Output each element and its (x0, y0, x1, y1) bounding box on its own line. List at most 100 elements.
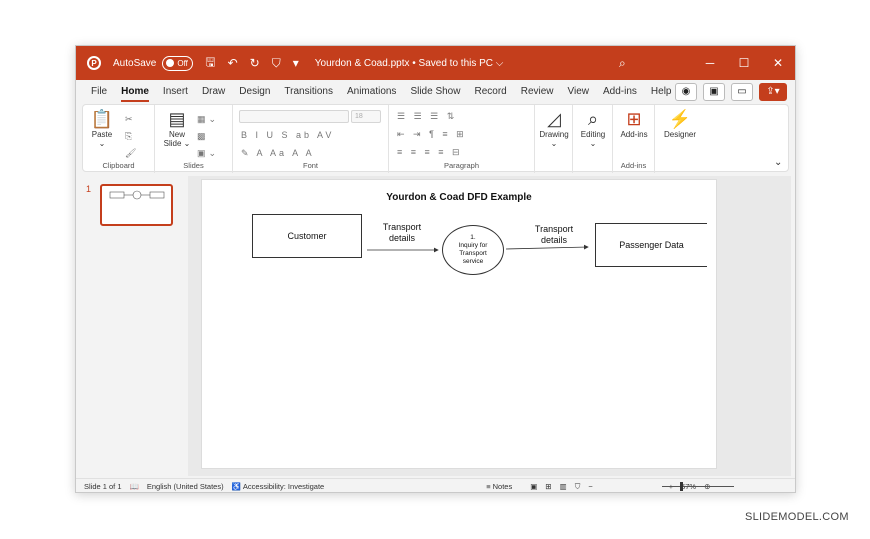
slide-thumbnail[interactable] (100, 184, 173, 226)
slides-small-icons[interactable]: ▦⌄ ▩ ▣⌄ (197, 111, 219, 162)
slideshow-view-icon[interactable]: ⛉ (575, 482, 581, 492)
slide-canvas[interactable]: Yourdon & Coad DFD Example Customer Tran… (201, 179, 717, 469)
addins-group-label: Add-ins (620, 161, 647, 170)
new-slide-button[interactable]: ▤ New Slide ⌄ (161, 109, 193, 148)
slide-title[interactable]: Yourdon & Coad DFD Example (202, 192, 716, 203)
flow-label-1-line1: Transport (382, 222, 422, 232)
process-line3: service (462, 258, 484, 265)
language-status[interactable]: English (United States) (147, 482, 224, 491)
designer-group: ⚡ Designer (655, 105, 705, 173)
clipboard-small-icons[interactable]: ✂ ⎘ 🖌 (125, 111, 139, 162)
tab-record[interactable]: Record (467, 80, 513, 104)
indent-icons[interactable]: ⇤ ⇥ ¶ ≡ ⊞ (397, 129, 467, 140)
ribbon-collapse-icon[interactable]: ⌄ (774, 157, 782, 168)
record-icon[interactable]: ◉ (675, 83, 697, 101)
powerpoint-window: P AutoSave Off 🖫 ↶ ↻ ⛉ ▾ Yourdon & Coad.… (75, 45, 796, 493)
toggle-knob (166, 59, 175, 67)
document-title[interactable]: Yourdon & Coad.pptx • Saved to this PC ⌵ (315, 58, 504, 69)
editing-button[interactable]: ⌕ Editing ⌄ (576, 109, 610, 148)
tab-transitions[interactable]: Transitions (277, 80, 340, 104)
watermark: SLIDEMODEL.COM (745, 511, 849, 523)
close-icon[interactable]: ✕ (761, 56, 795, 70)
search-icon[interactable]: ⌕ (619, 56, 626, 71)
thumbnail-preview (109, 190, 165, 200)
tab-add-ins[interactable]: Add-ins (596, 80, 644, 104)
font-style-icons[interactable]: B I U S ab AV (241, 130, 334, 140)
slide-thumbnail-panel: 1 (76, 176, 188, 476)
drawing-group: ◿ Drawing ⌄ (535, 105, 573, 173)
slides-group: ▤ New Slide ⌄ ▦⌄ ▩ ▣⌄ Slides (155, 105, 233, 173)
paragraph-group: ☰ ☰ ☰ ⇅ ⇤ ⇥ ¶ ≡ ⊞ ≡ ≡ ≡ ≡ ⊟ Paragraph (389, 105, 535, 173)
share-icon[interactable]: ⇪▾ (759, 83, 787, 101)
addins-label: Add-ins (620, 130, 648, 139)
process-number: 1. (470, 234, 476, 241)
comments-icon[interactable]: ▭ (731, 83, 753, 101)
slide-counter[interactable]: Slide 1 of 1 (84, 482, 122, 491)
passenger-data-store[interactable]: Passenger Data (595, 223, 707, 267)
tab-file[interactable]: File (84, 80, 114, 104)
addins-button[interactable]: ⊞ Add-ins (617, 109, 651, 139)
drawing-label: Drawing (539, 130, 569, 139)
zoom-slider-thumb[interactable] (680, 482, 683, 491)
font-group-label: Font (302, 161, 318, 170)
autosave-state: Off (177, 58, 188, 68)
normal-view-icon[interactable]: ▣ (530, 482, 537, 491)
align-icons[interactable]: ≡ ≡ ≡ ≡ ⊟ (397, 147, 463, 158)
present-icon[interactable]: ⛉ (272, 56, 281, 71)
autosave-toggle[interactable]: Off (162, 55, 194, 71)
title-bar: P AutoSave Off 🖫 ↶ ↻ ⛉ ▾ Yourdon & Coad.… (76, 46, 795, 80)
undo-icon[interactable]: ↶ (228, 56, 238, 70)
font-size-box[interactable]: 18 (351, 110, 381, 123)
flow-label-2[interactable]: Transport details (524, 224, 584, 246)
tab-view[interactable]: View (561, 80, 597, 104)
save-icon[interactable]: 🖫 (205, 53, 215, 74)
tab-draw[interactable]: Draw (195, 80, 232, 104)
designer-button[interactable]: ⚡ Designer (661, 109, 699, 139)
maximize-icon[interactable]: ☐ (727, 56, 761, 70)
paste-label: Paste (91, 130, 113, 139)
list-icons[interactable]: ☰ ☰ ☰ ⇅ (397, 111, 457, 122)
ribbon: 📋 Paste ⌄ ✂ ⎘ 🖌 Clipboard ▤ New Slide ⌄ ▦⌄ ▩… (82, 104, 789, 173)
clipboard-group-label: Clipboard (102, 161, 135, 170)
new-slide-icon: ▤ (168, 109, 186, 129)
process-line1: Inquiry for (458, 242, 488, 249)
customize-toolbar-icon[interactable]: ▾ (293, 56, 299, 70)
spelling-icon[interactable]: 📖 (130, 482, 139, 491)
tab-insert[interactable]: Insert (156, 80, 195, 104)
font-name-box[interactable] (239, 110, 349, 123)
process-circle[interactable]: 1. Inquiry for Transport service (442, 225, 504, 275)
designer-label: Designer (663, 130, 696, 139)
flow-label-1[interactable]: Transport details (372, 222, 432, 244)
minimize-icon[interactable]: ─ (693, 56, 727, 70)
present-teams-icon[interactable]: ▣ (703, 83, 725, 101)
font-color-icons[interactable]: ✎ A Aa A A (241, 148, 315, 159)
accessibility-icon[interactable]: ♿ (232, 482, 241, 491)
clipboard-group: 📋 Paste ⌄ ✂ ⎘ 🖌 Clipboard (83, 105, 155, 173)
editing-group: ⌕ Editing ⌄ (573, 105, 613, 173)
slide-sorter-icon[interactable]: ⊞ (545, 482, 551, 491)
addins-icon: ⊞ (626, 109, 642, 129)
drawing-button[interactable]: ◿ Drawing ⌄ (537, 109, 571, 148)
new-slide-label: New Slide (163, 130, 185, 148)
redo-icon[interactable]: ↻ (250, 56, 260, 70)
tab-animations[interactable]: Animations (340, 80, 403, 104)
tab-slide-show[interactable]: Slide Show (403, 80, 467, 104)
customer-entity[interactable]: Customer (252, 214, 362, 258)
tab-design[interactable]: Design (232, 80, 277, 104)
notes-icon[interactable]: ≡ (486, 482, 490, 491)
reading-view-icon[interactable]: ▥ (560, 482, 567, 491)
accessibility-status[interactable]: Accessibility: Investigate (243, 482, 324, 491)
font-group: 18 B I U S ab AV ✎ A Aa A A Font (233, 105, 389, 173)
editing-label: Editing (580, 130, 606, 139)
tab-home[interactable]: Home (114, 80, 156, 104)
flow-arrow-2 (505, 244, 589, 250)
notes-button[interactable]: Notes (493, 482, 513, 491)
zoom-slider-track[interactable] (662, 486, 734, 487)
tab-help[interactable]: Help (644, 80, 679, 104)
zoom-out-icon[interactable]: − (588, 482, 592, 491)
paste-button[interactable]: 📋 Paste ⌄ (89, 109, 115, 148)
clipboard-icon: 📋 (90, 109, 114, 129)
tab-review[interactable]: Review (514, 80, 561, 104)
magnifier-icon: ⌕ (587, 109, 599, 129)
powerpoint-logo-icon: P (87, 56, 101, 70)
